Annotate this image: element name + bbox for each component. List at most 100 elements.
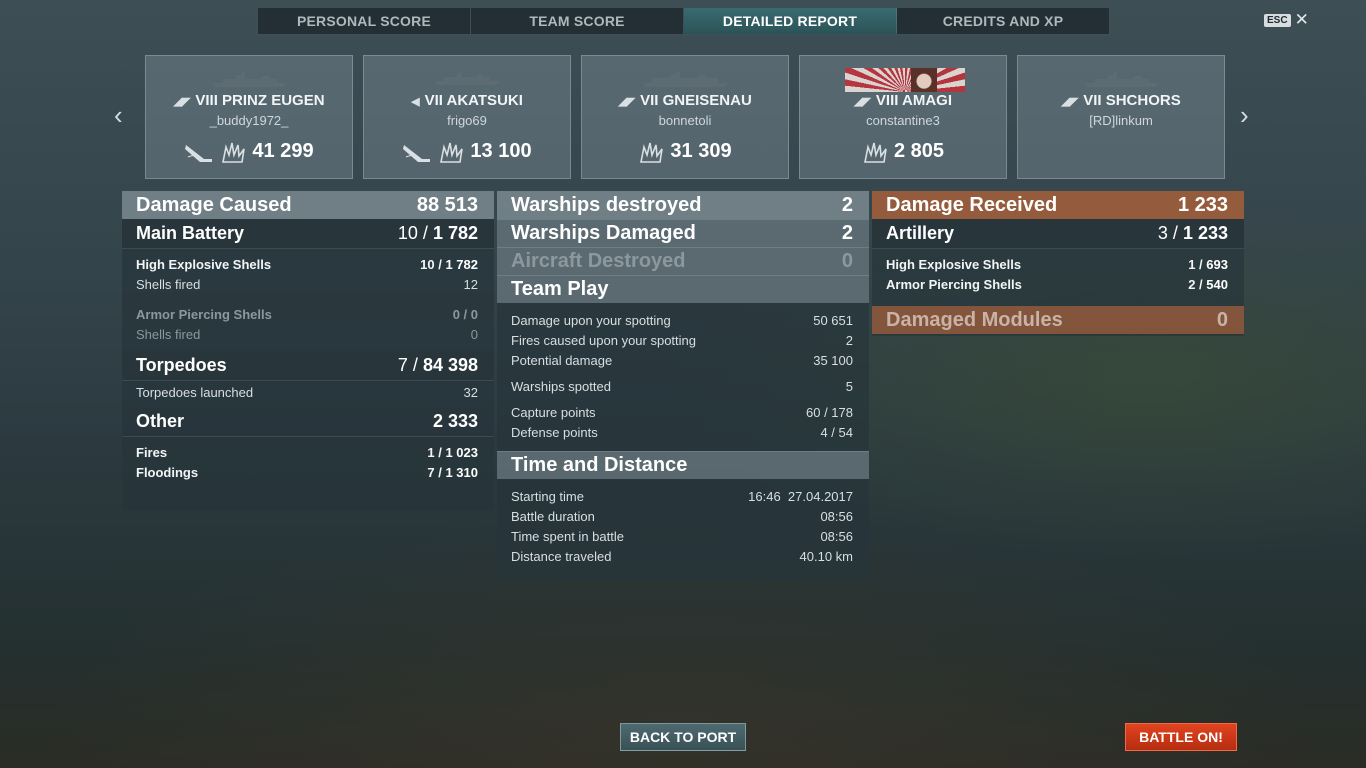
spotting-damage-row: Damage upon your spotting 50 651 <box>511 311 853 331</box>
ship-name: ◀ VII AKATSUKI <box>364 92 570 109</box>
spotting-fires-row: Fires caused upon your spotting 2 <box>511 331 853 351</box>
capture-points-value: 60 / 178 <box>806 405 853 420</box>
main-battery-rows: High Explosive Shells 10 / 1 782 Shells … <box>122 249 494 351</box>
prev-arrow-icon[interactable]: ‹ <box>114 100 123 131</box>
defense-points-row: Defense points 4 / 54 <box>511 423 853 443</box>
ship-card[interactable]: ◢◤ VIII PRINZ EUGEN _buddy1972_ 41 299 <box>145 55 353 179</box>
card-score: 13 100 <box>470 140 532 162</box>
warships-destroyed-value: 2 <box>841 193 853 216</box>
artillery-rows: High Explosive Shells 1 / 693 Armor Pier… <box>872 249 1244 301</box>
ship-class-icon: ◢◤ <box>618 96 636 108</box>
player-name: frigo69 <box>447 113 487 128</box>
other-value: 2 333 <box>432 411 478 431</box>
tab-personal-score[interactable]: PERSONAL SCORE <box>258 8 471 34</box>
damage-caused-value: 88 513 <box>416 193 478 216</box>
distance-traveled-label: Distance traveled <box>511 549 612 564</box>
ship-name: ◢◤ VII GNEISENAU <box>582 92 788 109</box>
ship-card[interactable]: ◀ VII AKATSUKI frigo69 13 100 <box>363 55 571 179</box>
damage-received-header: Damage Received 1 233 <box>872 191 1244 219</box>
player-name: _buddy1972_ <box>209 113 289 128</box>
time-spent-label: Time spent in battle <box>511 529 624 544</box>
sunk-ship-icon <box>403 144 431 162</box>
fires-row: Fires 1 / 1 023 <box>136 443 478 463</box>
damage-received-value: 1 233 <box>1177 193 1228 216</box>
received-ap-label: Armor Piercing Shells <box>886 277 1022 292</box>
battle-on-button[interactable]: BATTLE ON! <box>1125 723 1237 751</box>
main-battery-damage: 1 782 <box>432 223 478 243</box>
time-distance-rows: Starting time 16:46 27.04.2017 Battle du… <box>497 479 869 573</box>
battle-duration-value: 08:56 <box>820 509 853 524</box>
player-name: bonnetoli <box>658 113 712 128</box>
team-play-rows: Damage upon your spotting 50 651 Fires c… <box>497 303 869 449</box>
received-ap-hits: 2 / <box>1188 277 1203 292</box>
tab-detailed-report[interactable]: DETAILED REPORT <box>684 8 897 34</box>
artillery-header: Artillery 3 / 1 233 <box>872 219 1244 249</box>
card-stats: 41 299 <box>146 140 352 163</box>
cruiser-silhouette-icon <box>1083 71 1159 87</box>
received-he-row: High Explosive Shells 1 / 693 <box>886 255 1228 275</box>
next-arrow-icon[interactable]: › <box>1240 100 1249 131</box>
damage-burst-icon <box>640 142 664 163</box>
torpedoes-label: Torpedoes <box>136 355 227 375</box>
close-icon: ✕ <box>1294 10 1309 29</box>
torpedoes-damage: 84 398 <box>422 355 478 375</box>
back-to-port-button[interactable]: BACK TO PORT <box>620 723 746 751</box>
floodings-label: Floodings <box>136 465 199 480</box>
torpedoes-launched-row: Torpedoes launched 32 <box>136 383 478 403</box>
he-shells-label: High Explosive Shells <box>136 257 272 272</box>
ap-shells-fired-label: Shells fired <box>136 327 201 342</box>
torpedoes-launched-label: Torpedoes launched <box>136 385 254 400</box>
starting-time-label: Starting time <box>511 489 584 504</box>
ship-flag-art <box>845 68 965 92</box>
aircraft-destroyed-label: Aircraft Destroyed <box>511 250 686 272</box>
card-score: 31 309 <box>670 140 732 162</box>
warships-damaged-header: Warships Damaged 2 <box>497 219 869 247</box>
spotting-fires-value: 2 <box>845 333 853 348</box>
artillery-label: Artillery <box>886 223 955 243</box>
ship-name-text: VIII PRINZ EUGEN <box>195 92 325 109</box>
ship-card[interactable]: ◢◤ VIII AMAGI constantine3 2 805 <box>799 55 1007 179</box>
received-ap-damage: 540 <box>1206 277 1228 292</box>
time-distance-label: Time and Distance <box>511 454 688 476</box>
battleship-silhouette-icon <box>642 71 728 87</box>
ship-name-text: VIII AMAGI <box>875 92 953 109</box>
team-play-label: Team Play <box>511 278 609 300</box>
floodings-hits: 7 / <box>427 465 442 480</box>
captain-portrait <box>911 68 937 92</box>
potential-damage-row: Potential damage 35 100 <box>511 351 853 371</box>
damaged-modules-header: Damaged Modules 0 <box>872 306 1244 334</box>
damaged-modules-label: Damaged Modules <box>886 308 1063 331</box>
received-he-label: High Explosive Shells <box>886 257 1022 272</box>
artillery-hits: 3 / <box>1157 223 1178 243</box>
artillery-damage: 1 233 <box>1182 223 1228 243</box>
ship-name: ◢◤ VIII AMAGI <box>800 92 1006 109</box>
ship-card[interactable]: ◢◤ VII SHCHORS [RD]linkum <box>1017 55 1225 179</box>
torpedoes-header: Torpedoes 7 / 84 398 <box>122 351 494 381</box>
spotting-fires-label: Fires caused upon your spotting <box>511 333 696 348</box>
capture-points-row: Capture points 60 / 178 <box>511 403 853 423</box>
team-play-header: Team Play <box>497 275 869 303</box>
ship-card[interactable]: ◢◤ VII GNEISENAU bonnetoli 31 309 <box>581 55 789 179</box>
ship-name-text: VII GNEISENAU <box>640 92 752 109</box>
fires-label: Fires <box>136 445 168 460</box>
defense-points-label: Defense points <box>511 425 598 440</box>
he-shells-row: High Explosive Shells 10 / 1 782 <box>136 255 478 275</box>
warships-spotted-row: Warships spotted 5 <box>511 377 853 397</box>
other-header: Other 2 333 <box>122 407 494 437</box>
spotting-damage-value: 50 651 <box>813 313 853 328</box>
damage-burst-icon <box>863 142 887 163</box>
tab-team-score[interactable]: TEAM SCORE <box>471 8 684 34</box>
warships-destroyed-label: Warships destroyed <box>511 193 702 216</box>
he-shells-fired-value: 12 <box>463 277 478 292</box>
warships-spotted-label: Warships spotted <box>511 379 611 394</box>
close-button[interactable]: ESC ✕ <box>1264 10 1309 29</box>
he-shells-hits: 10 / <box>420 257 442 272</box>
tab-credits-xp[interactable]: CREDITS AND XP <box>897 8 1109 34</box>
damaged-modules-value: 0 <box>1216 308 1228 331</box>
card-score: 2 805 <box>893 140 945 162</box>
main-battery-hits: 10 / <box>397 223 428 243</box>
time-spent-value: 08:56 <box>820 529 853 544</box>
warships-damaged-value: 2 <box>841 222 853 244</box>
floodings-row: Floodings 7 / 1 310 <box>136 463 478 483</box>
spotting-damage-label: Damage upon your spotting <box>511 313 671 328</box>
